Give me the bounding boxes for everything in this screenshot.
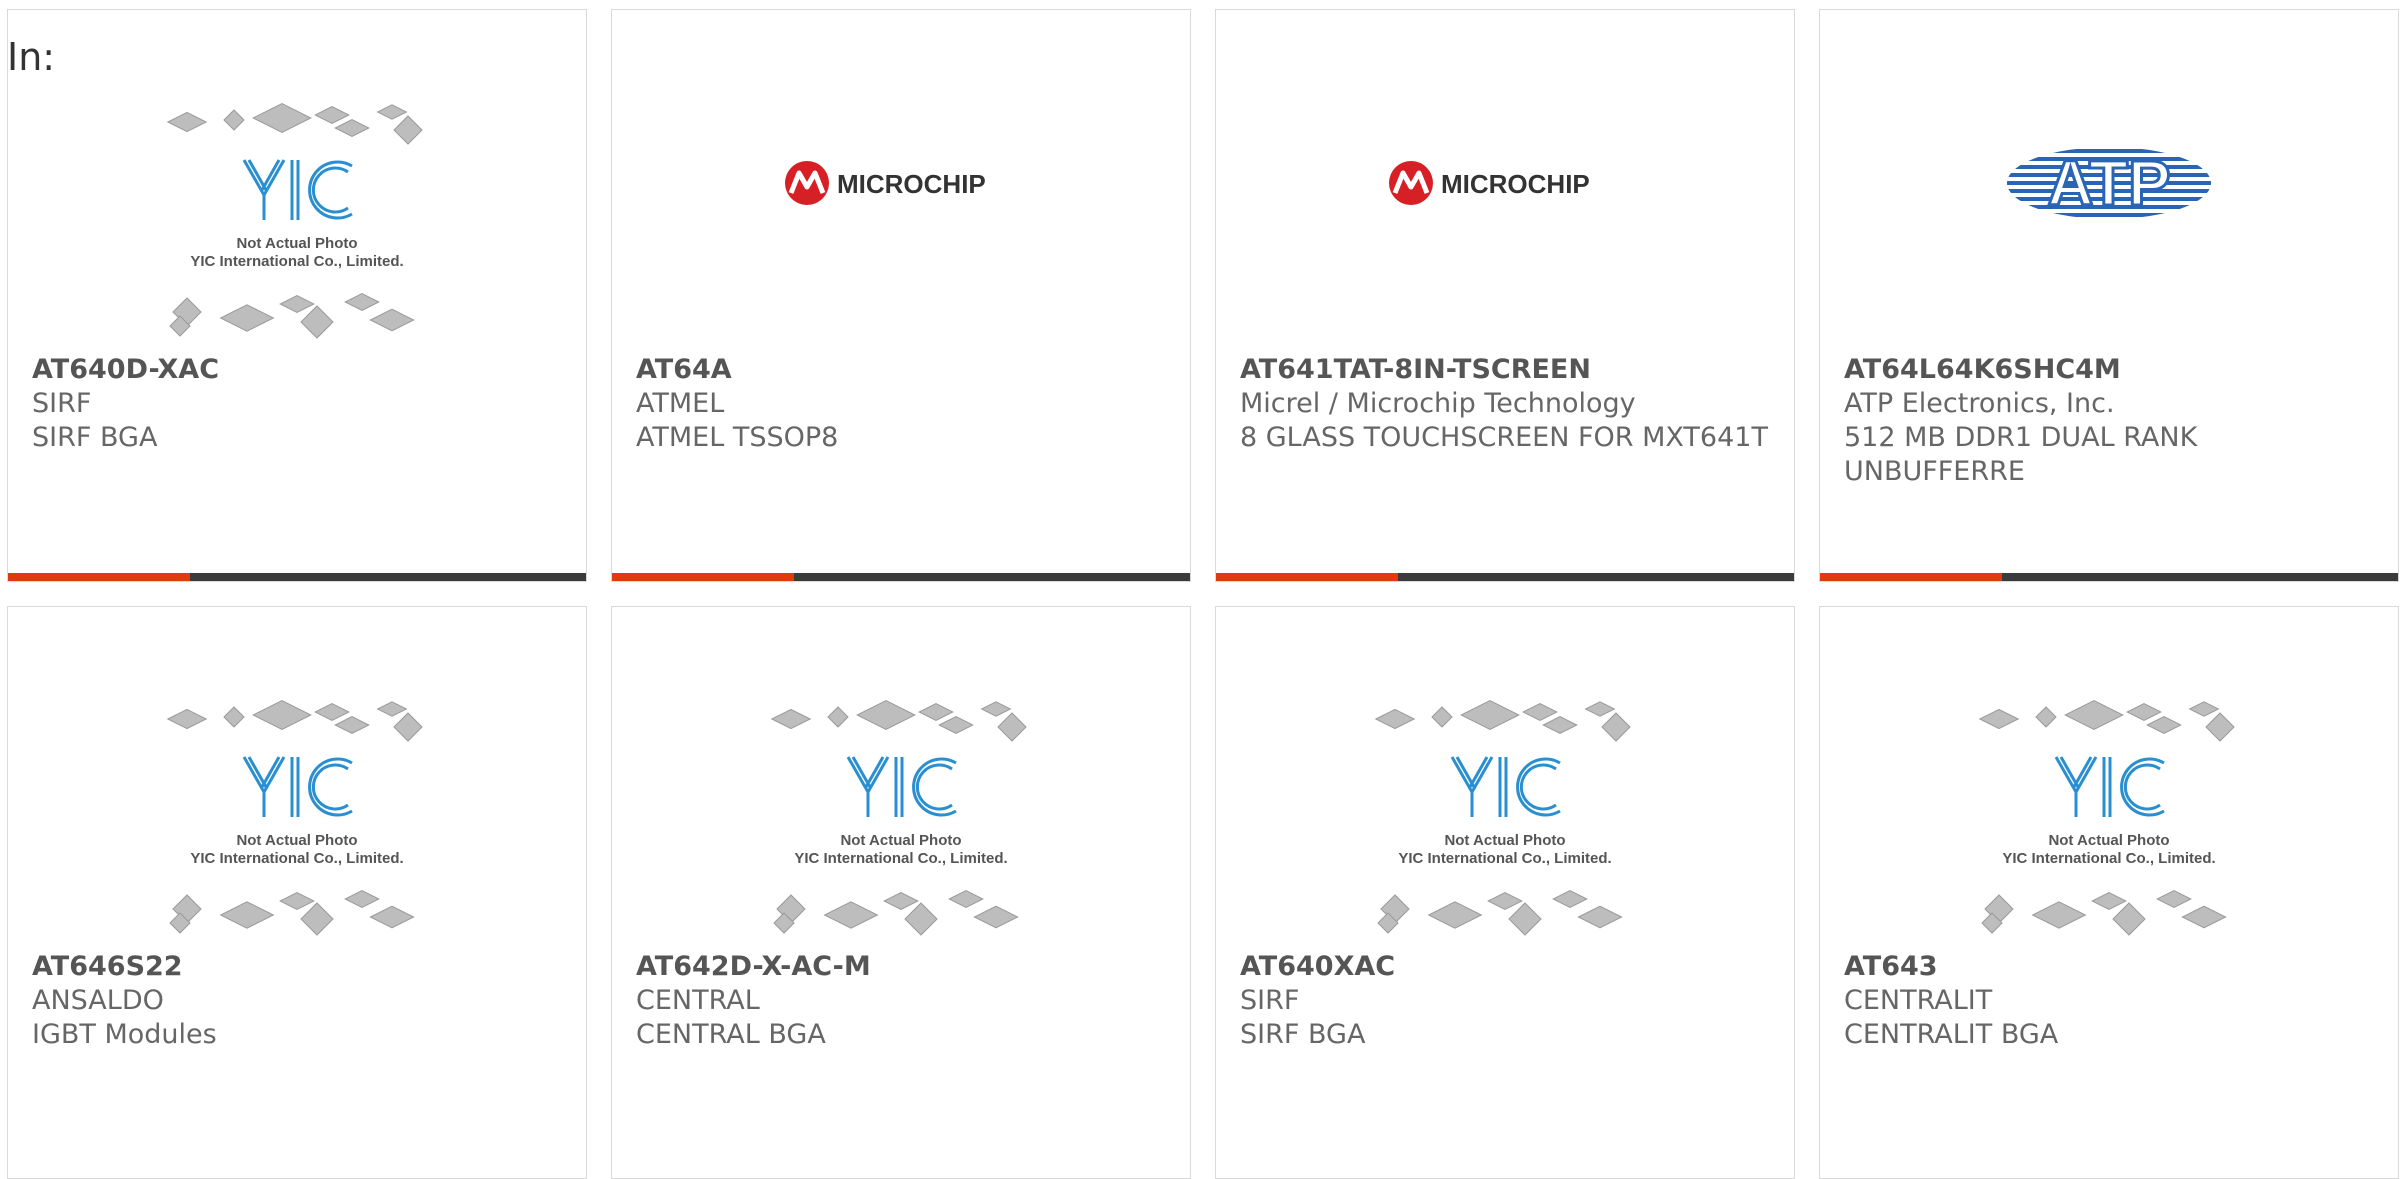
product-card[interactable]: Not Actual Photo YIC International Co., … (7, 9, 587, 582)
svg-text:YIC International Co., Limited: YIC International Co., Limited. (190, 253, 403, 270)
atp-logo-icon: ATP (2007, 145, 2211, 220)
yic-placeholder-icon: Not Actual Photo YIC International Co., … (166, 103, 423, 339)
yic-placeholder-icon: Not Actual Photo YIC International Co., … (1978, 700, 2235, 936)
svg-text:YIC International Co., Limited: YIC International Co., Limited. (190, 850, 403, 867)
product-info: AT640D-XAC SIRF SIRF BGA (32, 353, 566, 455)
svg-text:YIC International Co., Limited: YIC International Co., Limited. (1398, 850, 1611, 867)
manufacturer: ATMEL (636, 388, 725, 419)
part-number[interactable]: AT641TAT-8IN-TSCREEN (1240, 353, 1774, 387)
product-info: AT64A ATMEL ATMEL TSSOP8 (636, 353, 1170, 455)
description: CENTRAL BGA (636, 1019, 826, 1050)
product-image[interactable]: ATP (1820, 10, 2398, 355)
product-info: AT641TAT-8IN-TSCREEN Micrel / Microchip … (1240, 353, 1774, 455)
manufacturer: ATP Electronics, Inc. (1844, 388, 2115, 419)
part-number[interactable]: AT640XAC (1240, 950, 1774, 984)
part-number[interactable]: AT643 (1844, 950, 2378, 984)
svg-text:ATP: ATP (2047, 147, 2170, 219)
product-card[interactable]: MICROCHIP AT641TAT-8IN-TSCREEN Micrel / … (1215, 9, 1795, 582)
product-info: AT640XAC SIRF SIRF BGA (1240, 950, 1774, 1052)
part-number[interactable]: AT642D-X-AC-M (636, 950, 1170, 984)
product-card[interactable]: Not Actual Photo YIC International Co., … (1819, 606, 2399, 1179)
product-info: AT646S22 ANSALDO IGBT Modules (32, 950, 566, 1052)
product-info: AT642D-X-AC-M CENTRAL CENTRAL BGA (636, 950, 1170, 1052)
card-bottom-bar (1820, 573, 2398, 581)
microchip-logo-icon: MICROCHIP (1389, 160, 1590, 205)
product-card[interactable]: Not Actual Photo YIC International Co., … (7, 606, 587, 1179)
description: SIRF BGA (32, 422, 158, 453)
svg-text:Not Actual Photo: Not Actual Photo (236, 235, 357, 252)
manufacturer: SIRF (32, 388, 92, 419)
svg-text:Not Actual Photo: Not Actual Photo (1444, 832, 1565, 849)
svg-text:Not Actual Photo: Not Actual Photo (236, 832, 357, 849)
product-image[interactable]: Not Actual Photo YIC International Co., … (1820, 607, 2398, 952)
in-prefix-label: In: (7, 35, 56, 79)
yic-placeholder-icon: Not Actual Photo YIC International Co., … (1374, 700, 1631, 936)
part-number[interactable]: AT646S22 (32, 950, 566, 984)
description: 8 GLASS TOUCHSCREEN FOR MXT641T (1240, 422, 1768, 453)
description: CENTRALIT BGA (1844, 1019, 2059, 1050)
product-image[interactable]: MICROCHIP (612, 10, 1190, 355)
yic-placeholder-icon: Not Actual Photo YIC International Co., … (166, 700, 423, 936)
svg-text:Not Actual Photo: Not Actual Photo (2048, 832, 2169, 849)
description: SIRF BGA (1240, 1019, 1366, 1050)
svg-text:YIC International Co., Limited: YIC International Co., Limited. (2002, 850, 2215, 867)
microchip-logo-icon: MICROCHIP (785, 160, 986, 205)
product-grid: Not Actual Photo YIC International Co., … (7, 9, 2399, 1179)
product-card[interactable]: Not Actual Photo YIC International Co., … (611, 606, 1191, 1179)
product-info: AT64L64K6SHC4M ATP Electronics, Inc. 512… (1844, 353, 2378, 489)
product-card[interactable]: Not Actual Photo YIC International Co., … (1215, 606, 1795, 1179)
svg-text:Not Actual Photo: Not Actual Photo (840, 832, 961, 849)
product-image[interactable]: MICROCHIP (1216, 10, 1794, 355)
product-image[interactable]: Not Actual Photo YIC International Co., … (8, 607, 586, 952)
description: ATMEL TSSOP8 (636, 422, 839, 453)
card-bottom-bar (612, 573, 1190, 581)
product-image[interactable]: Not Actual Photo YIC International Co., … (8, 10, 586, 355)
manufacturer: SIRF (1240, 985, 1300, 1016)
product-info: AT643 CENTRALIT CENTRALIT BGA (1844, 950, 2378, 1052)
card-bottom-bar (1216, 573, 1794, 581)
product-image[interactable]: Not Actual Photo YIC International Co., … (612, 607, 1190, 952)
product-card[interactable]: ATP AT64L64K6SHC4M ATP Electronics, Inc.… (1819, 9, 2399, 582)
manufacturer: CENTRALIT (1844, 985, 1993, 1016)
description: 512 MB DDR1 DUAL RANK UNBUFFERRE (1844, 422, 2198, 487)
card-bottom-bar (8, 573, 586, 581)
part-number[interactable]: AT64L64K6SHC4M (1844, 353, 2378, 387)
manufacturer: CENTRAL (636, 985, 760, 1016)
svg-text:YIC International Co., Limited: YIC International Co., Limited. (794, 850, 1007, 867)
yic-placeholder-icon: Not Actual Photo YIC International Co., … (770, 700, 1027, 936)
manufacturer: Micrel / Microchip Technology (1240, 388, 1636, 419)
part-number[interactable]: AT640D-XAC (32, 353, 566, 387)
part-number[interactable]: AT64A (636, 353, 1170, 387)
description: IGBT Modules (32, 1019, 217, 1050)
product-image[interactable]: Not Actual Photo YIC International Co., … (1216, 607, 1794, 952)
svg-text:MICROCHIP: MICROCHIP (1441, 169, 1590, 199)
manufacturer: ANSALDO (32, 985, 164, 1016)
svg-text:MICROCHIP: MICROCHIP (837, 169, 986, 199)
product-card[interactable]: MICROCHIP AT64A ATMEL ATMEL TSSOP8 (611, 9, 1191, 582)
